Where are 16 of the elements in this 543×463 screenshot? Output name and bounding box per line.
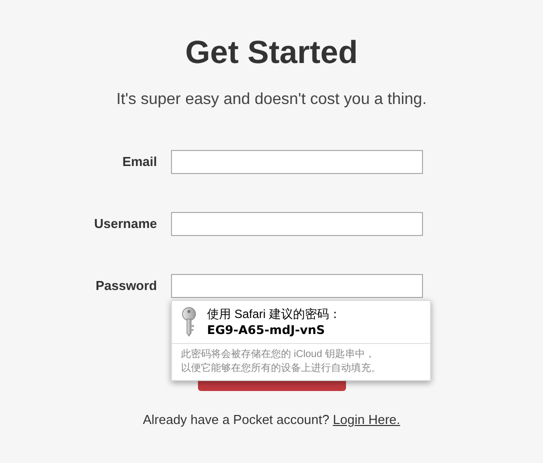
key-icon <box>181 307 197 337</box>
input-field[interactable] <box>171 212 423 236</box>
suggestion-note: 以便它能够在您所有的设备上进行自动填充。 <box>181 362 382 376</box>
suggestion-option[interactable]: 使用 Safari 建议的密码： EG9-A65-mdJ-vnS <box>172 301 430 343</box>
subtitle: It's super easy and doesn't cost you a thing. <box>116 90 427 110</box>
login-link[interactable]: Login Here. <box>332 412 400 427</box>
page-title: Get Started <box>185 33 358 71</box>
suggestion-note: 此密码将会被存储在您的 iCloud 钥匙串中， <box>181 348 376 362</box>
login-prompt: Already have a Pocket account? Login Here. <box>142 411 400 429</box>
input-field[interactable] <box>171 150 423 174</box>
field-label: Password <box>94 277 157 296</box>
suggestion-title: 使用 Safari 建议的密码： <box>207 306 342 322</box>
field-label: Username <box>93 215 157 234</box>
suggested-password: EG9-A65-mdJ-vnS <box>207 322 326 338</box>
field-label: Email <box>121 153 157 172</box>
input-field[interactable] <box>171 274 423 298</box>
